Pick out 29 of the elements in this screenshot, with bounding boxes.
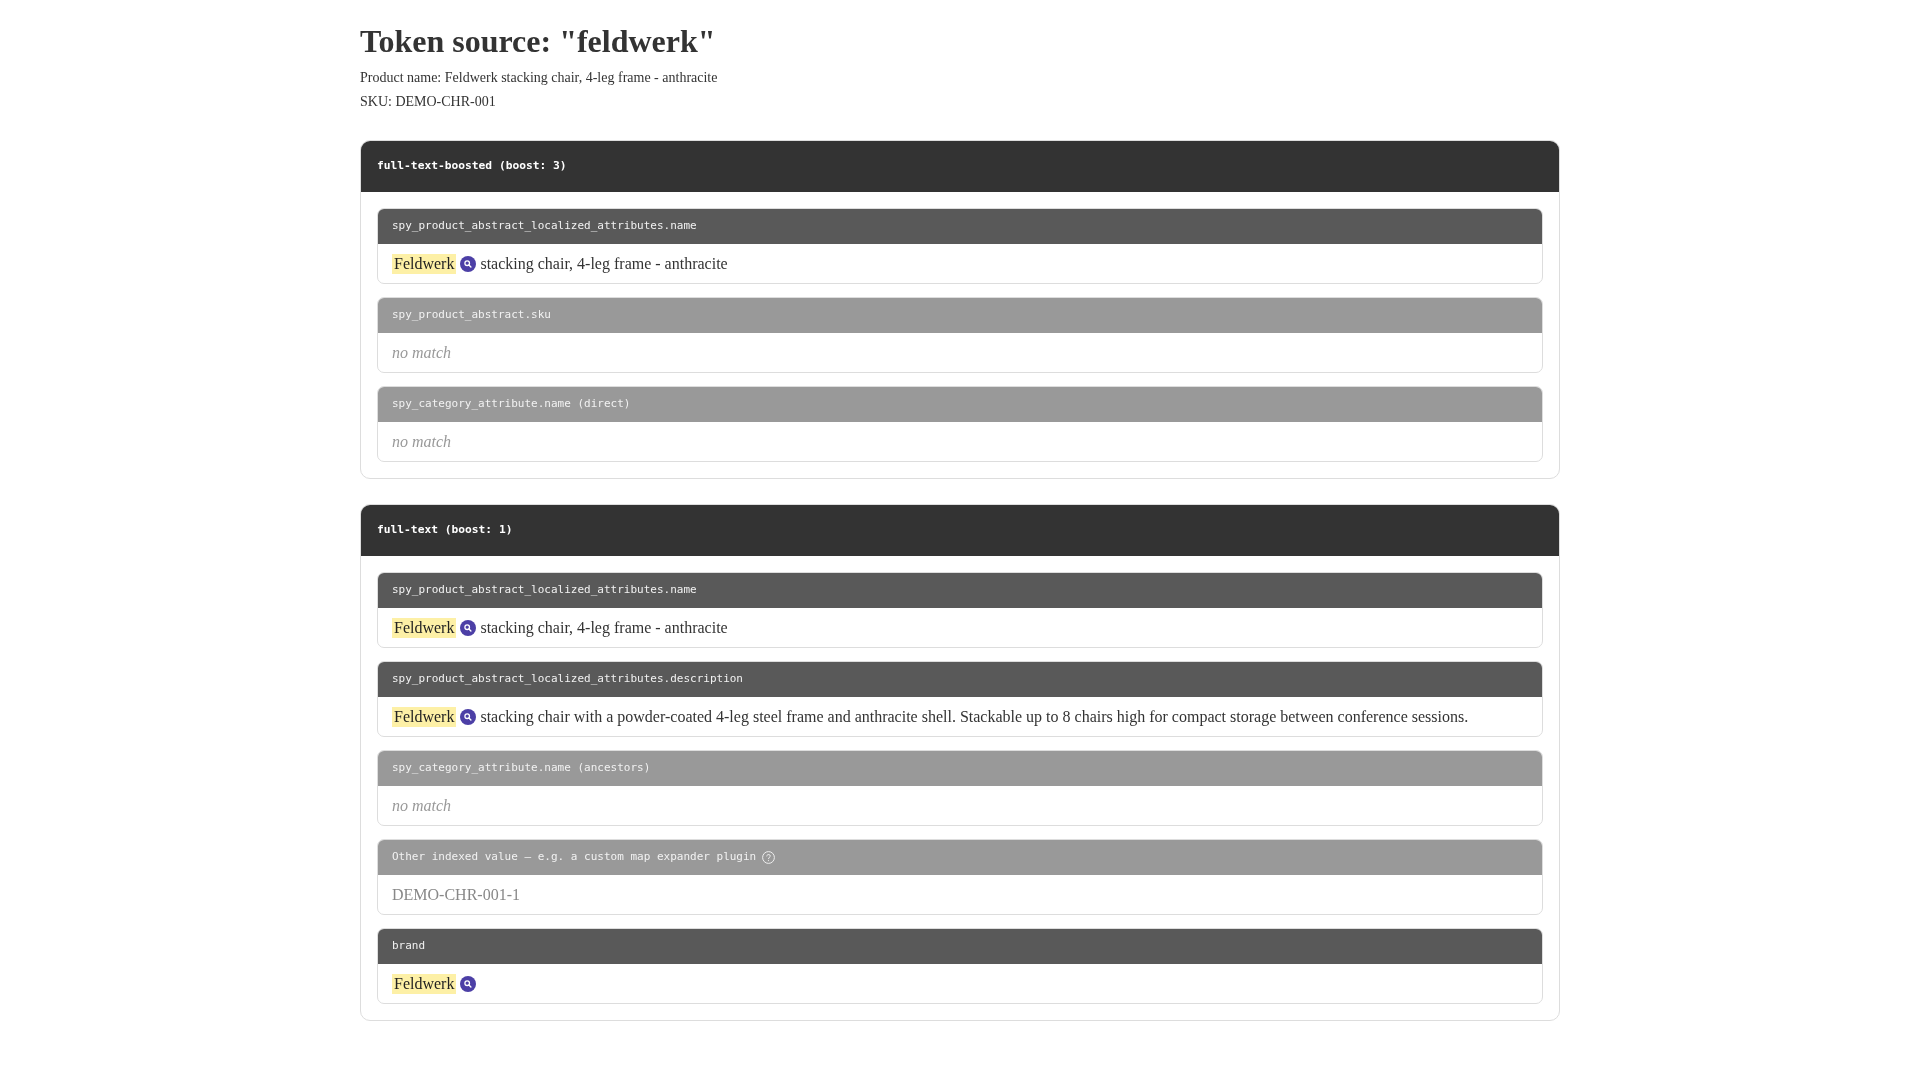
- search-icon: [460, 708, 477, 725]
- highlighted-term: Feldwerk: [392, 253, 457, 274]
- field-value: stacking chair, 4-leg frame - anthracite: [480, 617, 728, 638]
- highlighted-term: Feldwerk: [392, 617, 457, 638]
- highlighted-term: Feldwerk: [392, 706, 457, 727]
- field-value: stacking chair, 4-leg frame - anthracite: [480, 253, 728, 274]
- field-value: stacking chair with a powder-coated 4-leg steel frame and anthracite shell. Stackable up to 8 chairs high for compact storage between conference sessions.: [480, 706, 1469, 727]
- no-match-text: no match: [392, 795, 452, 816]
- highlighted-term: Feldwerk: [392, 973, 457, 994]
- field-value: DEMO-CHR-001-1: [392, 884, 520, 905]
- source-title: full-text (boost: 1): [377, 522, 513, 539]
- page-title: Token source: "feldwerk": [360, 22, 717, 60]
- no-match-text: no match: [392, 431, 452, 452]
- field-label: spy_product_abstract_localized_attributes.description: [392, 671, 743, 688]
- search-icon: [460, 619, 477, 636]
- source-title: full-text-boosted (boost: 3): [377, 158, 567, 175]
- field-label: brand: [392, 938, 426, 955]
- field-label: spy_product_abstract_localized_attributes.name: [392, 582, 697, 599]
- product-meta: SKU: DEMO-CHR-001: [360, 93, 496, 111]
- no-match-text: no match: [392, 342, 452, 363]
- field-label: spy_product_abstract.sku: [392, 307, 551, 324]
- field-label: spy_product_abstract_localized_attributes.name: [392, 218, 697, 235]
- field-label: spy_category_attribute.name (ancestors): [392, 760, 651, 777]
- field-label: spy_category_attribute.name (direct): [392, 396, 631, 413]
- search-icon: [460, 975, 477, 992]
- search-icon: [460, 255, 477, 272]
- help-icon: [762, 851, 776, 864]
- field-label: Other indexed value — e.g. a custom map expander plugin: [392, 849, 757, 866]
- product-meta: Product name: Feldwerk stacking chair, 4-leg frame - anthracite: [360, 69, 718, 87]
